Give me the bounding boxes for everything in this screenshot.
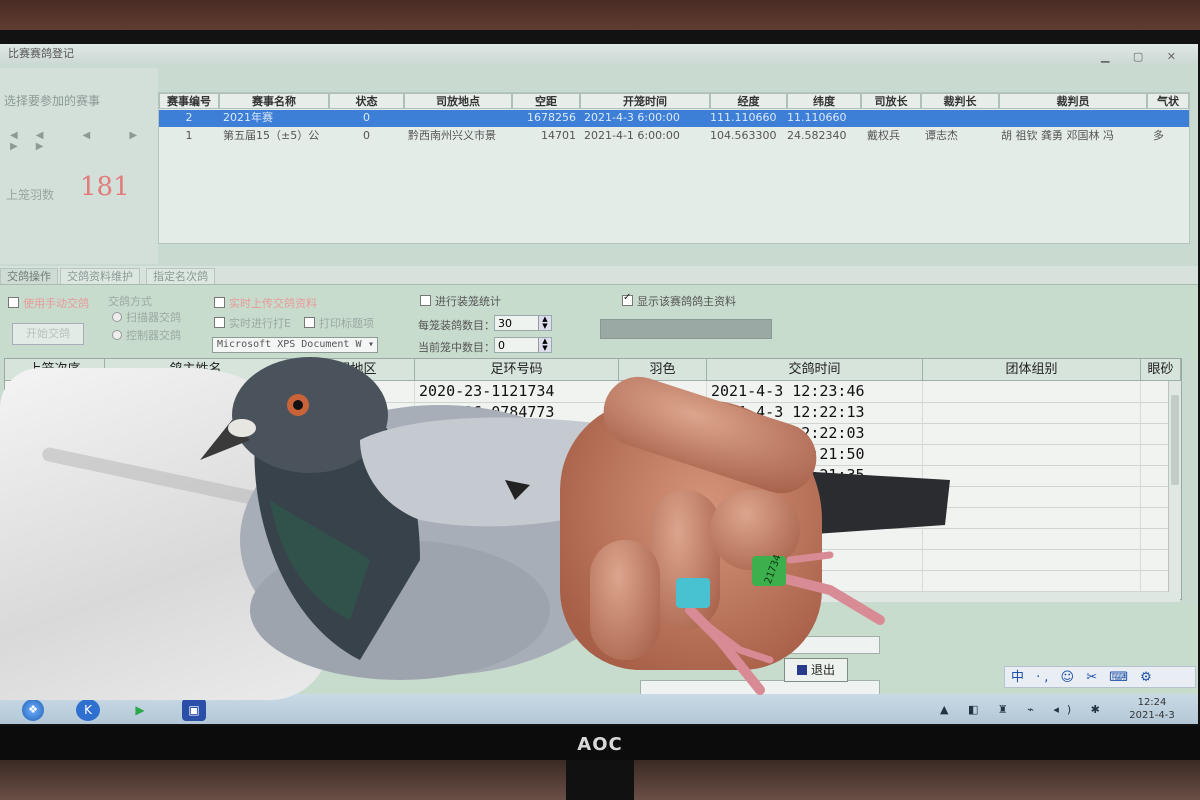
pigeon-toe xyxy=(786,551,834,564)
pigeon-legs: 21734 xyxy=(676,551,885,695)
pigeon-leg xyxy=(765,570,885,625)
blue-leg-ring xyxy=(676,578,710,608)
